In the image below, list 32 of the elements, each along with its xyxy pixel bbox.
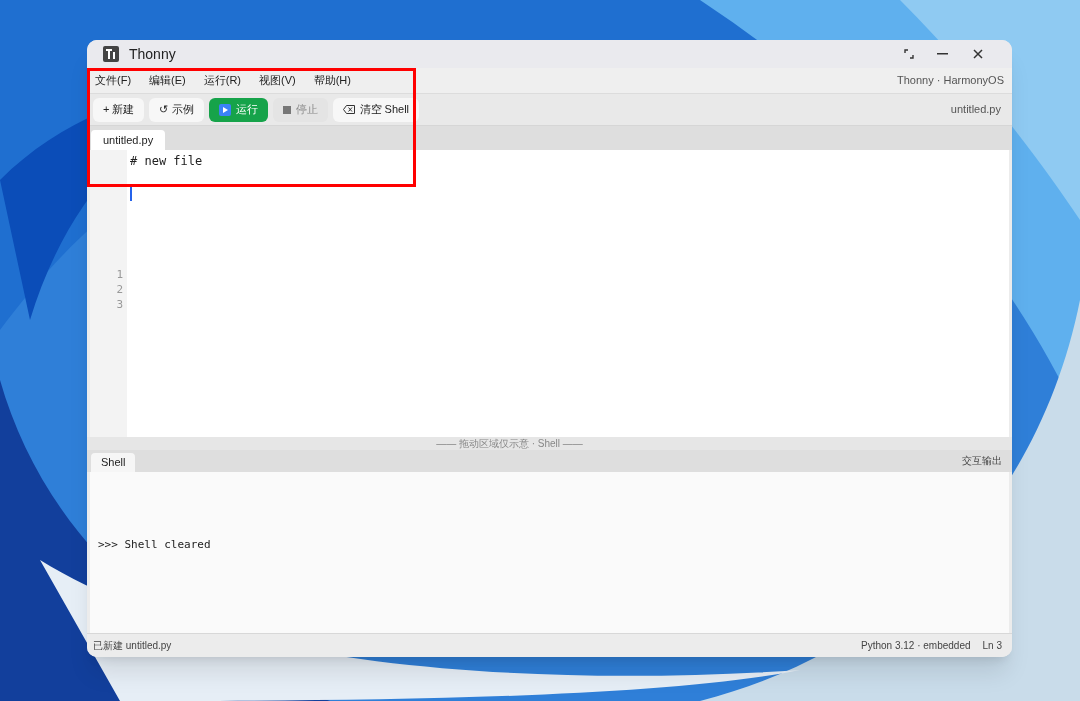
code-editor[interactable]: 1 2 3 # new file [90,150,1009,437]
app-logo-icon [103,46,119,62]
shell-output-line: >>> Shell cleared [98,538,212,552]
text-cursor [130,186,132,201]
shell-tab[interactable]: Shell [91,453,136,472]
play-icon [218,103,231,116]
close-icon [973,49,983,59]
example-button[interactable]: ↺ 示例 [149,97,204,122]
menu-item[interactable]: 帮助(H) [313,72,351,89]
line-number: 3 [116,297,123,312]
line-number: 1 [116,267,123,282]
backspace-icon [342,105,355,114]
menu-item[interactable]: 运行(R) [203,72,241,89]
cursor-position: Ln 3 [982,639,1002,653]
menu-item[interactable]: 编辑(E) [149,72,186,89]
menu-item[interactable]: 文件(F) [95,72,132,89]
stop-icon [282,105,291,114]
file-name-label: untitled.py [950,102,1001,118]
shell-console[interactable]: >>> Shell cleared [90,472,1009,633]
fullscreen-icon [904,49,914,59]
new-file-button[interactable]: + 新建 [93,97,145,122]
interpreter-label: Python 3.12 · embedded [861,639,971,653]
shell-label: 交互输出 [962,454,1002,468]
menu-item[interactable]: 视图(V) [259,72,296,89]
window-title: Thonny [129,44,176,64]
code-line: # new file [130,154,204,169]
editor-tab[interactable]: untitled.py [91,130,166,150]
status-message: 已新建 untitled.py [93,639,172,653]
minimize-icon [936,53,948,55]
clear-shell-button[interactable]: 清空 Shell [332,97,420,122]
app-label: Thonny · HarmonyOS [897,73,1004,89]
line-number: 2 [116,282,123,297]
